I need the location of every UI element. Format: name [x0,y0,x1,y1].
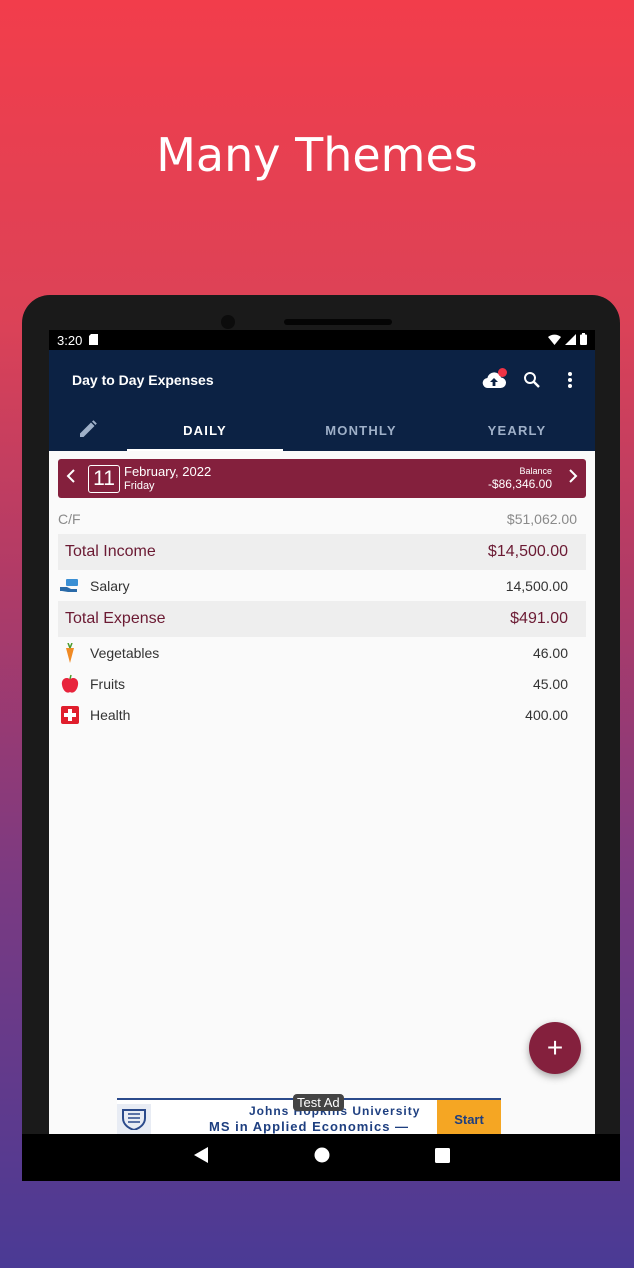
month-year: February, 2022 [124,463,212,479]
camera [221,315,235,329]
status-time: 3:20 [57,332,83,348]
speaker [284,319,392,325]
ad-line-2: MS in Applied Economics — [209,1119,410,1134]
apple-icon [60,674,80,694]
total-income-label: Total Income [65,543,156,560]
total-expense-label: Total Expense [65,610,166,627]
cloud-upload-icon[interactable] [481,367,507,393]
list-item[interactable]: Fruits 45.00 [58,668,586,699]
item-name: Fruits [90,675,125,692]
money-hand-icon [60,576,80,596]
list-item[interactable]: Vegetables 46.00 [58,637,586,668]
more-vert-icon[interactable] [557,367,583,393]
tablet-frame: 3:20 Day to Day Expenses DAILY MONTHLY Y… [22,295,620,1181]
total-income-value: $14,500.00 [487,543,568,560]
carry-forward-row: C/F $51,062.00 [58,504,586,534]
app-screen: 3:20 Day to Day Expenses DAILY MONTHLY Y… [49,330,595,1134]
search-icon[interactable] [519,367,545,393]
status-bar: 3:20 [49,330,595,350]
battery-icon [580,332,587,348]
carrot-icon [60,642,80,663]
headline: Many Themes [156,128,478,182]
signal-icon [565,333,576,348]
item-amount: 14,500.00 [505,577,568,594]
total-income-row[interactable]: Total Income $14,500.00 [58,534,586,570]
list-item[interactable]: Salary 14,500.00 [58,570,586,601]
app-bar: Day to Day Expenses [49,350,595,409]
health-cross-icon [60,705,80,725]
date-info[interactable]: February, 2022 Friday [124,464,211,494]
wifi-icon [548,333,561,348]
navigation-bar [22,1134,620,1181]
sim-card-icon [89,333,99,348]
total-expense-value: $491.00 [510,610,568,627]
item-amount: 400.00 [525,706,568,723]
ad-tag: Test Ad [293,1094,344,1111]
home-icon[interactable] [314,1147,330,1168]
total-expense-row[interactable]: Total Expense $491.00 [58,601,586,637]
chevron-right-icon[interactable] [568,469,578,488]
day-number[interactable]: 11 [88,464,120,493]
add-entry-button[interactable]: + [529,1022,581,1074]
carry-forward-label: C/F [58,511,81,527]
tab-daily[interactable]: DAILY [127,409,283,451]
list-item[interactable]: Health 400.00 [58,699,586,730]
balance: Balance -$86,346.00 [488,465,552,492]
pencil-icon [79,419,97,441]
tab-yearly[interactable]: YEARLY [439,409,595,451]
tab-bar: DAILY MONTHLY YEARLY [49,409,595,451]
ad-cta-button[interactable]: Start [437,1100,501,1134]
notification-dot [498,367,507,377]
carry-forward-value: $51,062.00 [506,511,577,527]
ad-banner[interactable]: Johns Hopkins University MS in Applied E… [117,1094,501,1134]
edit-tab[interactable] [49,409,127,451]
item-amount: 46.00 [532,644,568,661]
ad-logo [117,1104,151,1134]
recents-icon[interactable] [434,1147,450,1168]
balance-label: Balance [519,466,552,476]
back-icon[interactable] [193,1146,209,1169]
balance-value: -$86,346.00 [487,477,552,491]
item-name: Salary [90,577,130,594]
item-amount: 45.00 [532,675,568,692]
item-name: Vegetables [90,644,160,661]
chevron-left-icon[interactable] [66,469,76,488]
weekday: Friday [124,479,155,492]
tab-monthly[interactable]: MONTHLY [283,409,439,451]
item-name: Health [90,706,131,723]
app-title: Day to Day Expenses [72,371,214,388]
date-navigator: 11 February, 2022 Friday Balance -$86,34… [58,459,586,498]
